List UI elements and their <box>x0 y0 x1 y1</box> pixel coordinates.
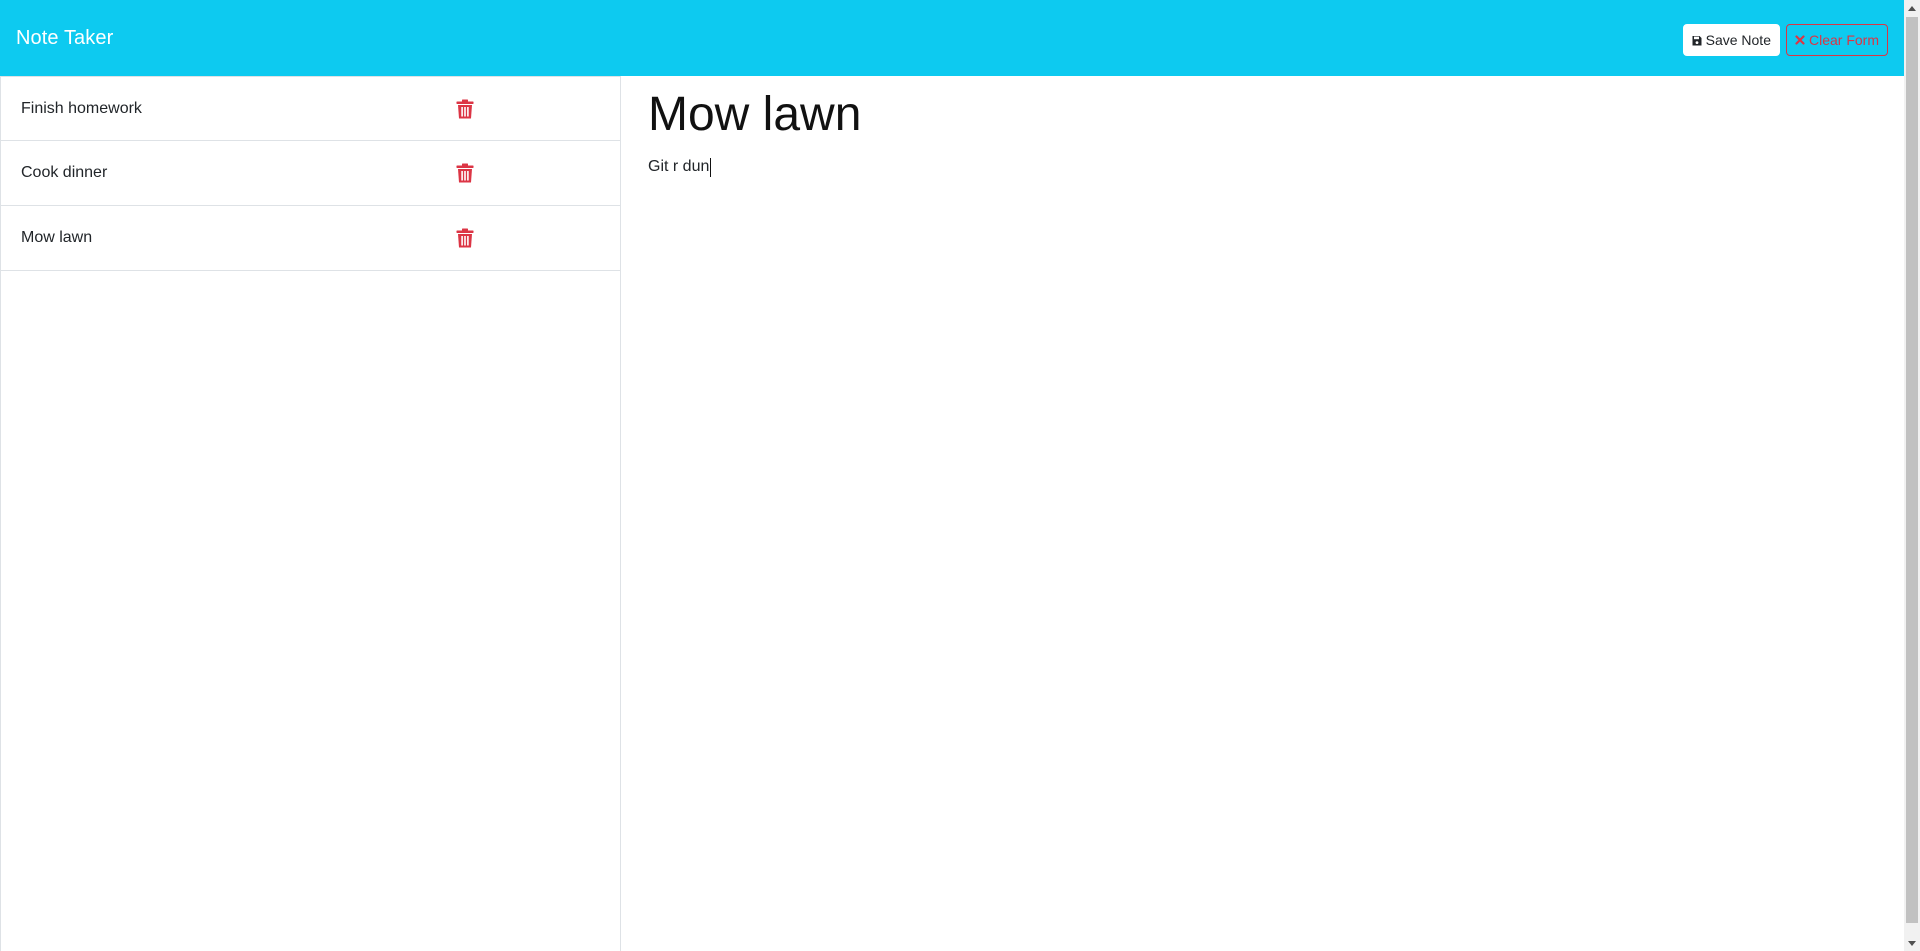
note-list-item-label: Cook dinner <box>21 164 108 181</box>
close-icon <box>1795 35 1805 45</box>
scroll-down-arrow-icon[interactable] <box>1904 935 1920 951</box>
note-list-item-label: Finish homework <box>21 99 142 117</box>
clear-form-button[interactable]: Clear Form <box>1785 24 1888 56</box>
scrollbar-thumb[interactable] <box>1906 17 1918 923</box>
navbar: Note Taker Save Note Clear Form <box>0 0 1904 76</box>
clear-form-label: Clear Form <box>1808 32 1879 48</box>
note-textarea[interactable]: Git r dun <box>648 144 1877 177</box>
navbar-actions: Save Note Clear Form <box>1682 24 1888 56</box>
scroll-up-arrow-icon[interactable] <box>1904 0 1920 16</box>
text-caret <box>710 157 712 177</box>
floppy-disk-icon <box>1692 35 1702 46</box>
vertical-scrollbar[interactable] <box>1904 0 1920 951</box>
trash-icon[interactable] <box>456 163 474 183</box>
app-window: Note Taker Save Note Clear Form Finish h… <box>0 0 1904 951</box>
save-note-label: Save Note <box>1705 32 1771 48</box>
note-list-item[interactable]: Finish homework <box>1 76 620 141</box>
trash-icon[interactable] <box>456 228 474 248</box>
note-editor: Mow lawn Git r dun <box>621 76 1904 951</box>
note-list: Finish homework Cook dinner Mow lawn <box>0 76 621 951</box>
save-note-button[interactable]: Save Note <box>1682 24 1780 56</box>
note-list-item-label: Mow lawn <box>21 229 93 246</box>
trash-icon[interactable] <box>456 99 474 119</box>
note-list-item[interactable]: Cook dinner <box>1 141 620 206</box>
note-list-item[interactable]: Mow lawn <box>1 206 620 271</box>
note-title-input[interactable]: Mow lawn <box>648 86 1877 144</box>
brand-title[interactable]: Note Taker <box>16 27 113 50</box>
note-text-value: Git r dun <box>648 158 710 176</box>
